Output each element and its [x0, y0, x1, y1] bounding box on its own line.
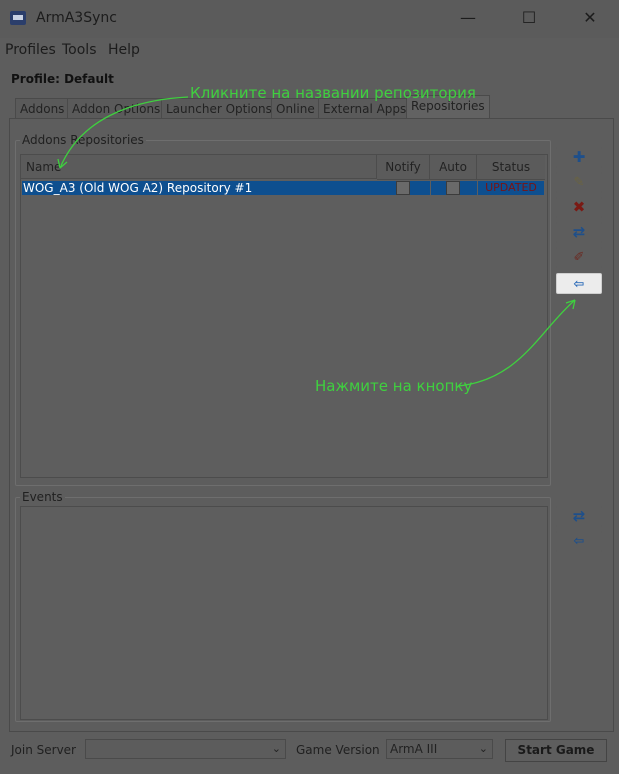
arrow-to-button [457, 299, 576, 387]
annotation-arrows [57, 96, 576, 387]
arrow-to-name [59, 96, 189, 169]
